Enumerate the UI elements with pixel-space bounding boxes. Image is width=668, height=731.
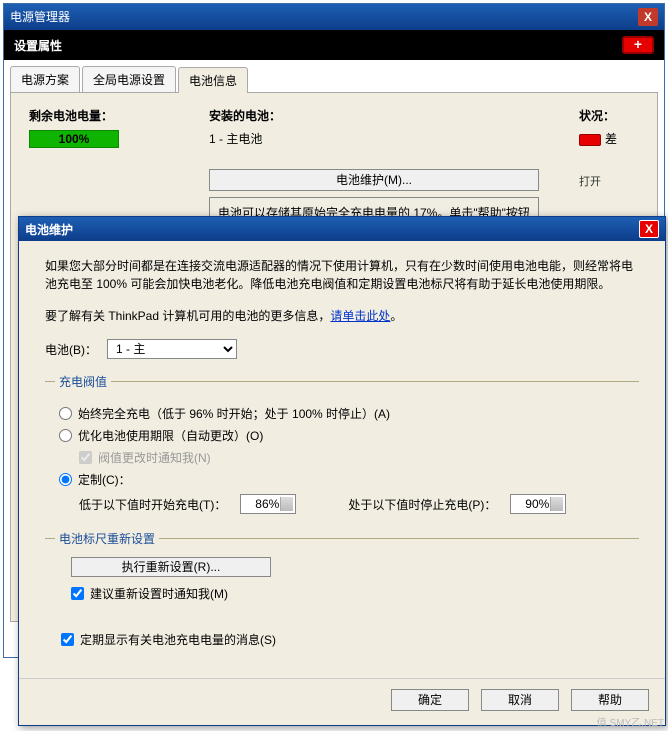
dialog-buttons: 确定 取消 帮助 — [19, 678, 665, 721]
gauge-fieldset: 电池标尺重新设置 执行重新设置(R)... 建议重新设置时通知我(M) — [45, 530, 639, 613]
opt-full-charge[interactable]: 始终完全充电（低于 96% 时开始；处于 100% 时停止）(A) — [59, 405, 629, 422]
installed-value: 1 - 主电池 — [209, 130, 539, 147]
main-titlebar: 电源管理器 X — [4, 4, 664, 30]
stop-charge-label: 处于以下值时停止充电(P)： — [348, 496, 496, 513]
battery-maintain-dialog: 电池维护 X 如果您大部分时间都是在连接交流电源适配器的情况下使用计算机，只有在… — [18, 216, 666, 726]
cancel-button[interactable]: 取消 — [481, 689, 559, 711]
opt-optimize[interactable]: 优化电池使用期限（自动更改）(O) — [59, 427, 629, 444]
status-icon — [579, 134, 601, 146]
dialog-titlebar: 电池维护 X — [19, 217, 665, 241]
help-button[interactable]: 帮助 — [571, 689, 649, 711]
start-charge-input[interactable]: 86% — [240, 494, 296, 514]
opt-optimize-notify: 阀值更改时通知我(N) — [79, 449, 629, 466]
status-row: 差 — [579, 130, 639, 147]
tab-strip: 电源方案 全局电源设置 电池信息 — [4, 60, 664, 92]
tab-global-settings[interactable]: 全局电源设置 — [82, 66, 176, 92]
remaining-label: 剩余电池电量： — [29, 107, 169, 124]
battery-plus-icon — [622, 36, 654, 54]
side-open[interactable]: 打开 — [579, 173, 639, 189]
tab-power-scheme[interactable]: 电源方案 — [10, 66, 80, 92]
dialog-close-button[interactable]: X — [639, 220, 659, 238]
ok-button[interactable]: 确定 — [391, 689, 469, 711]
threshold-fieldset: 充电阀值 始终完全充电（低于 96% 时开始；处于 100% 时停止）(A) 优… — [45, 373, 639, 520]
stop-charge-input[interactable]: 90% — [510, 494, 566, 514]
start-charge-label: 低于以下值时开始充电(T)： — [79, 496, 226, 513]
gauge-legend: 电池标尺重新设置 — [55, 530, 159, 547]
opt-custom[interactable]: 定制(C)： — [59, 471, 629, 488]
battery-select[interactable]: 1 - 主 — [107, 339, 237, 359]
tab-battery-info[interactable]: 电池信息 — [178, 67, 248, 93]
dialog-para1: 如果您大部分时间都是在连接交流电源适配器的情况下使用计算机，只有在少数时间使用电… — [45, 257, 639, 293]
remaining-value: 100% — [29, 130, 119, 148]
gauge-reset-button[interactable]: 执行重新设置(R)... — [71, 557, 271, 577]
property-title: 设置属性 — [14, 37, 62, 54]
dialog-title: 电池维护 — [25, 221, 73, 238]
installed-label: 安装的电池： — [209, 107, 539, 124]
threshold-legend: 充电阀值 — [55, 373, 111, 390]
status-value: 差 — [605, 132, 617, 146]
watermark: 值 SMY乙.NET — [597, 714, 664, 729]
periodic-check[interactable]: 定期显示有关电池充电电量的消息(S) — [61, 631, 639, 648]
main-close-button[interactable]: X — [638, 8, 658, 26]
more-info-link[interactable]: 请单击此处 — [330, 309, 390, 323]
gauge-notify-check[interactable]: 建议重新设置时通知我(M) — [71, 585, 629, 602]
status-label: 状况： — [579, 107, 639, 124]
battery-maintain-button[interactable]: 电池维护(M)... — [209, 169, 539, 191]
property-bar: 设置属性 — [4, 30, 664, 60]
dialog-para2: 要了解有关 ThinkPad 计算机可用的电池的更多信息，请单击此处。 — [45, 307, 639, 325]
battery-select-label: 电池(B)： — [45, 341, 97, 358]
main-title: 电源管理器 — [10, 4, 70, 30]
